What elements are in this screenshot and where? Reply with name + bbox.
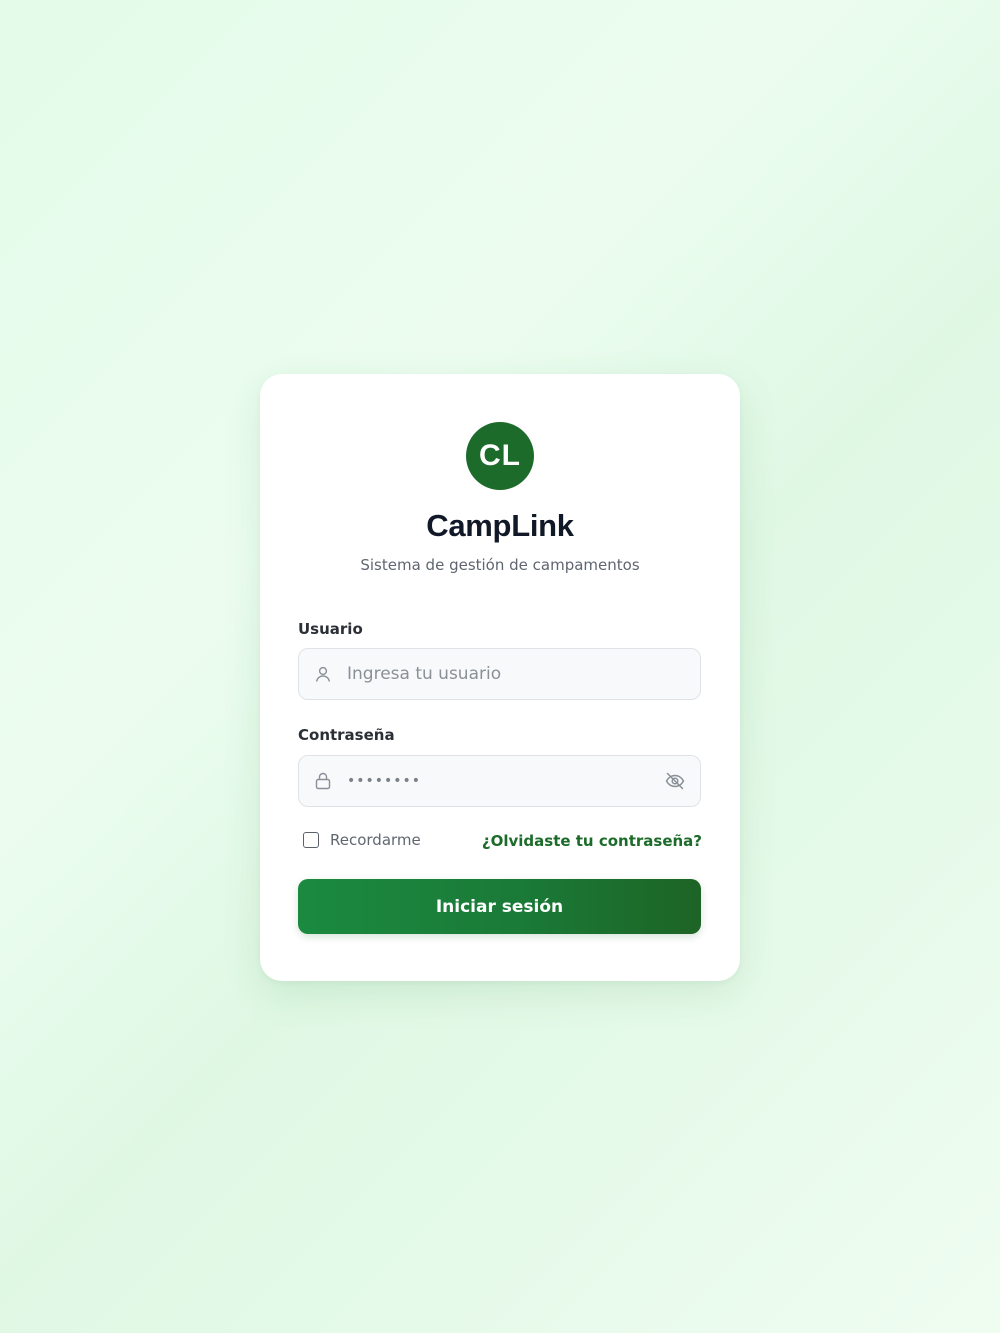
login-card: CL CampLink Sistema de gestión de campam…	[260, 374, 740, 981]
login-button[interactable]: Iniciar sesión	[298, 879, 701, 934]
username-label: Usuario	[298, 620, 363, 638]
lock-icon	[313, 771, 333, 791]
password-label: Contraseña	[298, 726, 395, 744]
remember-label: Recordarme	[330, 831, 421, 849]
brand-logo: CL	[466, 422, 534, 490]
password-input[interactable]	[347, 756, 647, 806]
remember-me[interactable]: Recordarme	[303, 831, 421, 849]
forgot-password-link[interactable]: ¿Olvidaste tu contraseña?	[482, 832, 702, 850]
app-tagline: Sistema de gestión de campamentos	[360, 556, 640, 574]
logo-initials: CL	[479, 439, 521, 472]
eye-off-icon[interactable]	[664, 770, 686, 792]
user-icon	[313, 664, 333, 684]
username-field[interactable]	[298, 648, 701, 700]
app-title: CampLink	[426, 508, 574, 543]
remember-checkbox[interactable]	[303, 832, 319, 848]
password-field[interactable]	[298, 755, 701, 807]
username-input[interactable]	[347, 649, 647, 699]
